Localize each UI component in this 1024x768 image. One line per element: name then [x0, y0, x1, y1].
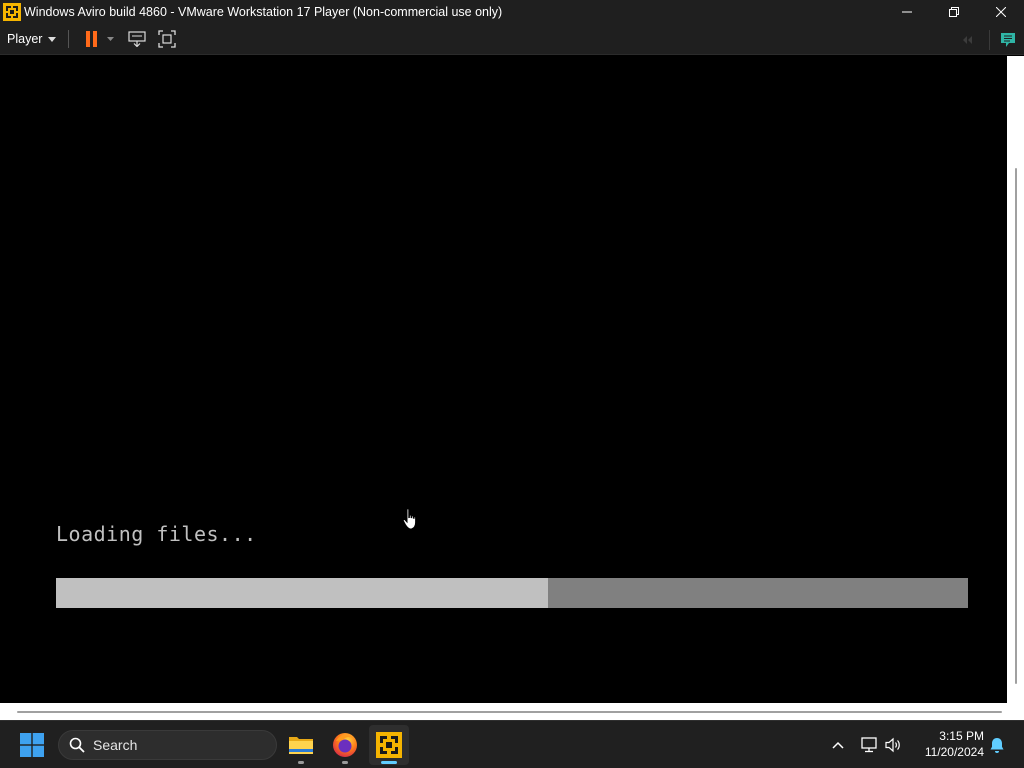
player-menu-button[interactable]: Player: [0, 24, 57, 55]
player-toolbar: Player: [0, 24, 1024, 55]
notification-button[interactable]: [986, 733, 1008, 757]
search-label: Search: [93, 737, 138, 753]
vm-progress-fill: [56, 578, 549, 608]
window-controls: [883, 0, 1024, 24]
restore-icon: [948, 7, 959, 17]
taskbar: Search 3:15 PM 11/20/2024: [0, 720, 1024, 768]
search-icon: [69, 737, 85, 753]
network-button[interactable]: [858, 733, 880, 757]
vertical-scrollbar-thumb[interactable]: [1015, 168, 1017, 684]
minimize-button[interactable]: [883, 0, 930, 24]
toolbar-separator: [989, 30, 990, 50]
vmware-icon: [376, 732, 402, 758]
app-active-indicator: [381, 761, 397, 764]
chevron-down-icon: [48, 36, 57, 42]
message-log-icon: [1001, 32, 1015, 47]
show-hidden-icons-icon: [832, 741, 844, 749]
clock-date: 11/20/2024: [924, 745, 984, 759]
taskbar-app-file-explorer[interactable]: [281, 725, 321, 765]
vm-progress-bar: [56, 578, 968, 608]
player-menu-label: Player: [7, 32, 43, 46]
pause-icon: [86, 31, 98, 47]
fullscreen-icon: [158, 30, 177, 48]
start-button[interactable]: [14, 729, 50, 761]
taskbar-app-vmware[interactable]: [369, 725, 409, 765]
close-icon: [995, 7, 1006, 17]
taskbar-clock[interactable]: 3:15 PM 11/20/2024: [912, 728, 984, 760]
file-explorer-icon: [289, 737, 313, 754]
taskbar-app-firefox[interactable]: [325, 725, 365, 765]
unity-icon: [963, 35, 972, 44]
window-title: Windows Aviro build 4860 - VMware Workst…: [24, 5, 503, 19]
horizontal-scrollbar-thumb[interactable]: [17, 711, 1002, 713]
unity-button[interactable]: [958, 24, 980, 55]
windows-logo-icon: [20, 733, 44, 757]
vertical-scrollbar[interactable]: [1007, 56, 1024, 703]
close-button[interactable]: [977, 0, 1024, 24]
toolbar-separator: [68, 30, 70, 48]
clock-time: 3:15 PM: [939, 729, 984, 743]
fullscreen-button[interactable]: [155, 24, 179, 55]
horizontal-scrollbar[interactable]: [0, 703, 1024, 720]
pause-button[interactable]: [81, 24, 103, 55]
app-running-indicator: [298, 761, 304, 764]
vmware-icon: [3, 3, 21, 21]
message-log-button[interactable]: [996, 24, 1020, 55]
dropdown-caret-icon: [106, 37, 114, 41]
hand-cursor-icon: [402, 508, 417, 530]
taskbar-search-box[interactable]: Search: [58, 730, 277, 760]
app-running-indicator: [342, 761, 348, 764]
notification-bell-icon: [990, 737, 1004, 753]
vm-status-text: Loading files...: [56, 522, 257, 546]
restore-button[interactable]: [930, 0, 977, 24]
volume-icon: [885, 737, 900, 753]
network-icon: [861, 737, 877, 753]
title-bar[interactable]: Windows Aviro build 4860 - VMware Workst…: [0, 0, 1024, 24]
send-ctrl-alt-del-button[interactable]: [125, 24, 149, 55]
send-ctrl-alt-del-icon: [128, 31, 147, 47]
volume-button[interactable]: [882, 733, 904, 757]
minimize-icon: [901, 11, 912, 13]
show-hidden-icons-button[interactable]: [828, 733, 848, 757]
pause-options-button[interactable]: [103, 24, 117, 55]
firefox-icon: [333, 733, 357, 757]
